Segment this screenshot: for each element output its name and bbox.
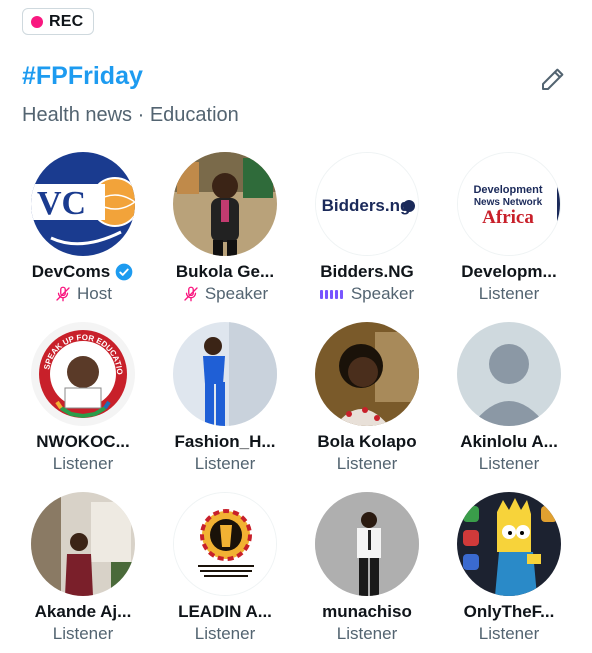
- avatar[interactable]: Bidders.ng: [315, 152, 419, 256]
- devcoms-logo-text: VC: [37, 185, 86, 222]
- participant-name: OnlyTheF...: [463, 602, 555, 621]
- participant-name: LEADIN A...: [178, 602, 272, 621]
- participant-card[interactable]: Fashion_H... Listener: [154, 322, 296, 482]
- avatar[interactable]: [315, 322, 419, 426]
- avatar[interactable]: [173, 322, 277, 426]
- bidders-logo-text: Bidders.ng: [322, 196, 411, 215]
- participant-card[interactable]: OnlyTheF... Listener: [438, 492, 580, 652]
- participant-name: Akinlolu A...: [460, 432, 558, 451]
- participant-name: Fashion_H...: [174, 432, 276, 451]
- participant-role: Speaker: [350, 284, 415, 303]
- participant-card[interactable]: Akande Aj... Listener: [12, 492, 154, 652]
- edit-button[interactable]: [536, 62, 570, 96]
- avatar[interactable]: SPEAK UP FOR EDUCATION: [31, 322, 135, 426]
- participant-role: Speaker: [204, 284, 269, 303]
- participants-grid: VC DevComs Host Bukola Ge... Speaker Bid…: [0, 152, 592, 652]
- participant-role: Listener: [194, 624, 256, 643]
- participant-card[interactable]: Akinlolu A... Listener: [438, 322, 580, 482]
- recording-label: REC: [49, 12, 84, 30]
- avatar[interactable]: [31, 492, 135, 596]
- participant-card[interactable]: SPEAK UP FOR EDUCATION NWOKOC... Listene…: [12, 322, 154, 482]
- pencil-icon: [542, 68, 564, 90]
- avatar[interactable]: [457, 492, 561, 596]
- participant-role: Listener: [336, 624, 398, 643]
- participant-card[interactable]: Bola Kolapo Listener: [296, 322, 438, 482]
- avatar[interactable]: VC: [31, 152, 135, 256]
- recording-dot-icon: [31, 15, 43, 28]
- participant-role: Listener: [52, 624, 114, 643]
- participant-card[interactable]: LEADIN A... Listener: [154, 492, 296, 652]
- participant-name: Bidders.NG: [320, 262, 414, 281]
- mic-off-icon: [182, 285, 200, 303]
- participant-name: DevComs: [31, 262, 111, 281]
- avatar[interactable]: [173, 152, 277, 256]
- participant-role: Host: [77, 284, 112, 303]
- avatar[interactable]: Development News Network Africa: [457, 152, 561, 256]
- participant-name: Developm...: [461, 262, 557, 281]
- default-avatar-icon: [457, 322, 561, 426]
- participant-name: munachiso: [322, 602, 412, 621]
- participant-card[interactable]: VC DevComs Host: [12, 152, 154, 312]
- participant-name: Akande Aj...: [34, 602, 132, 621]
- avatar[interactable]: [315, 492, 419, 596]
- participant-role: Listener: [336, 454, 398, 473]
- participant-role: Listener: [194, 454, 256, 473]
- development-logo-line1: Development: [473, 184, 542, 196]
- space-topics: Health news · Education: [22, 104, 239, 126]
- participant-card[interactable]: Bukola Ge... Speaker: [154, 152, 296, 312]
- mic-off-icon: [54, 285, 72, 303]
- speaking-bars-icon: [319, 287, 346, 301]
- avatar[interactable]: [457, 322, 561, 426]
- participant-card[interactable]: munachiso Listener: [296, 492, 438, 652]
- participant-name: NWOKOC...: [36, 432, 130, 451]
- participant-role: Listener: [478, 454, 540, 473]
- participant-name: Bukola Ge...: [175, 262, 275, 281]
- avatar[interactable]: [173, 492, 277, 596]
- participant-role: Listener: [478, 624, 540, 643]
- participant-card[interactable]: Development News Network Africa Developm…: [438, 152, 580, 312]
- space-title: #FPFriday: [22, 62, 143, 90]
- participant-name: Bola Kolapo: [317, 432, 417, 451]
- participant-role: Listener: [52, 454, 114, 473]
- participant-card[interactable]: Bidders.ng Bidders.NG Speaker: [296, 152, 438, 312]
- recording-badge: REC: [22, 8, 95, 35]
- verified-badge-icon: [115, 263, 133, 281]
- development-logo-line3: Africa: [482, 207, 534, 228]
- participant-role: Listener: [478, 284, 540, 303]
